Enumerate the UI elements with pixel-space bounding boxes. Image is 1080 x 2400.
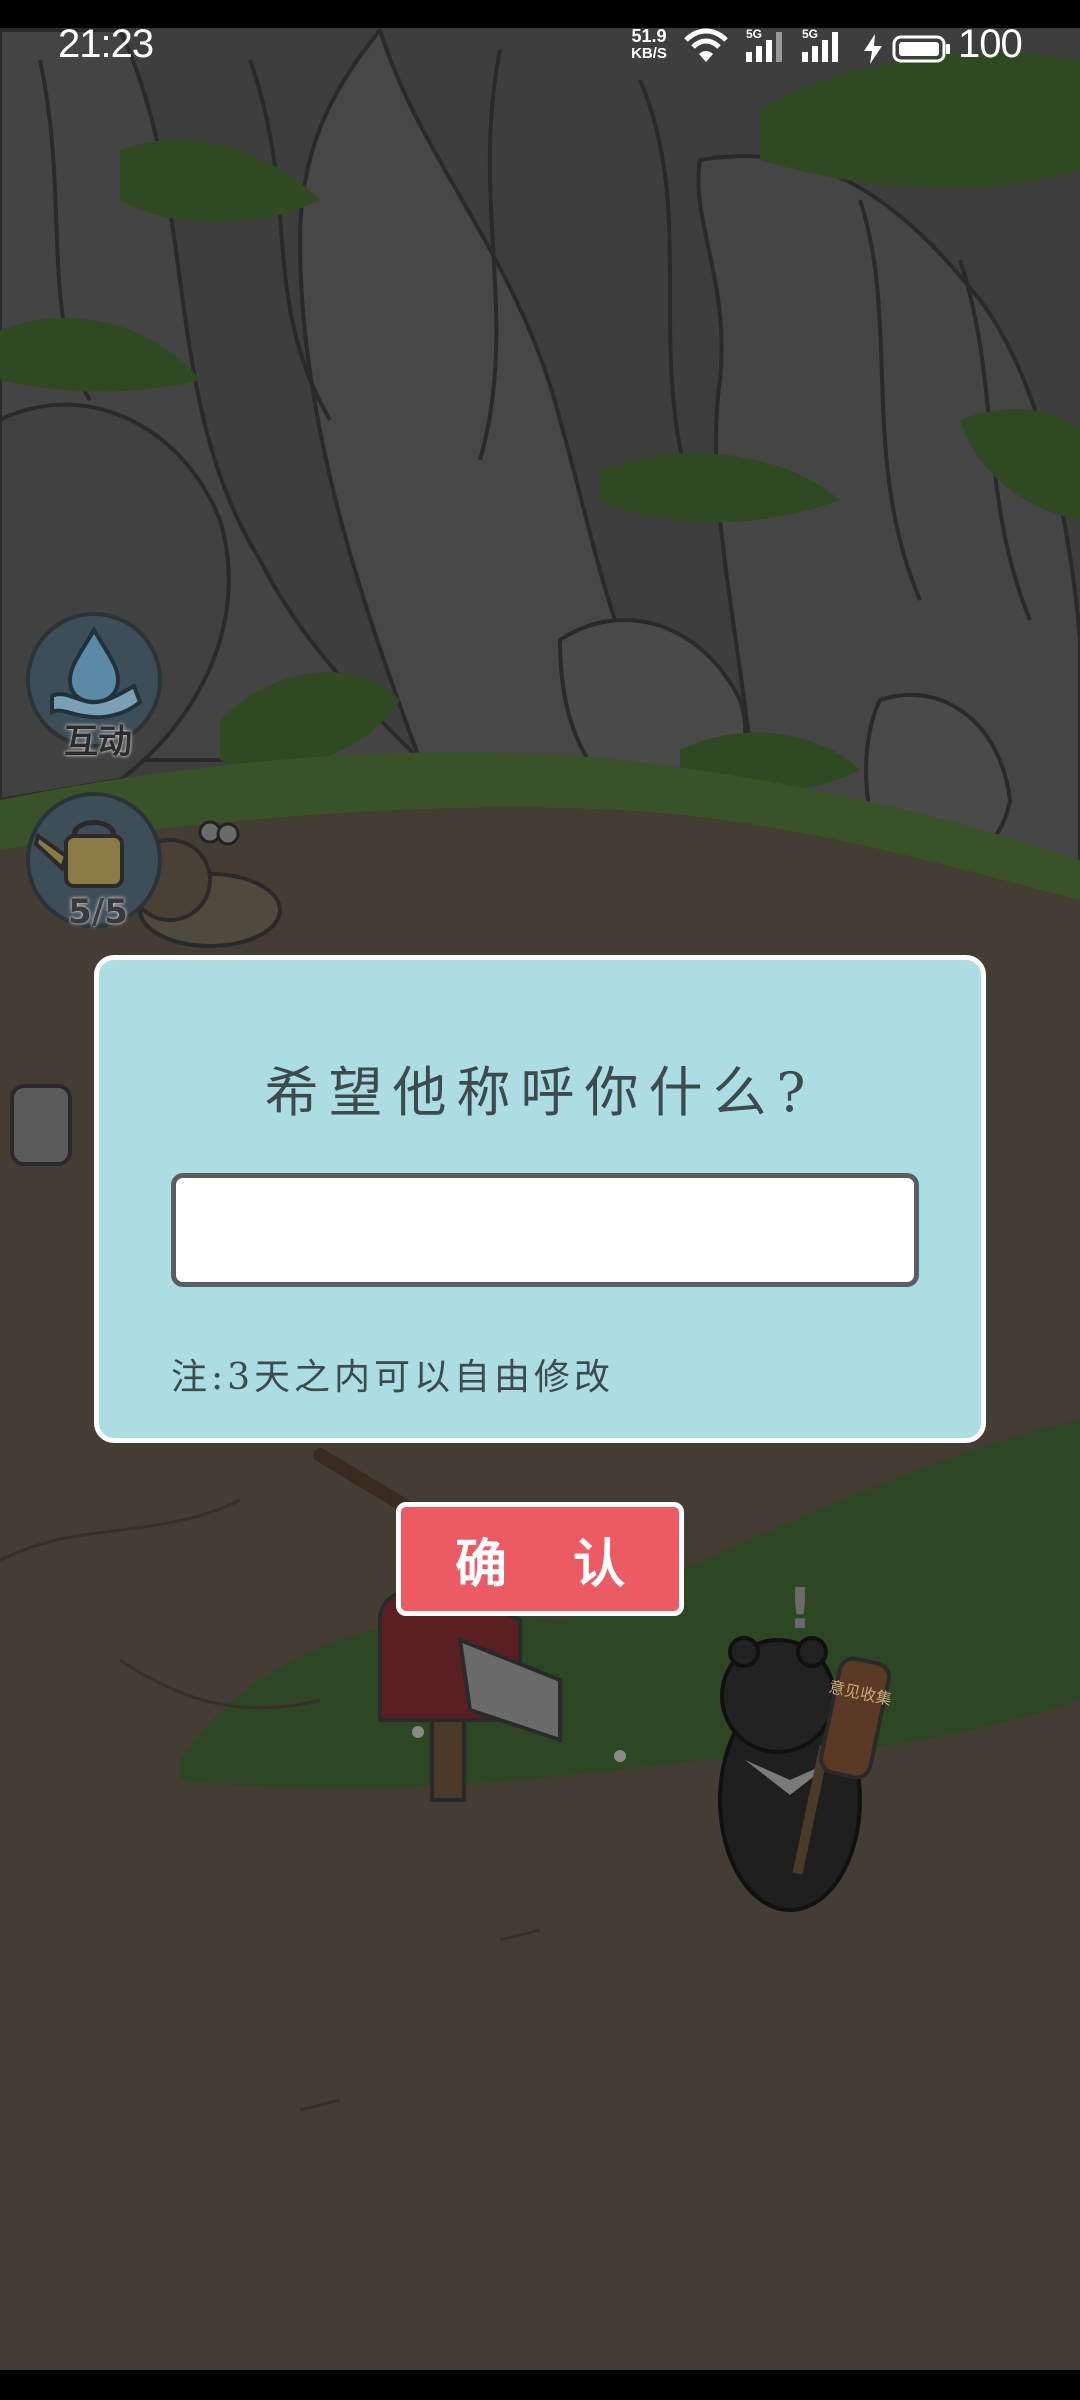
network-speed: 51.9 KB/S	[624, 26, 674, 62]
dialog-note: 注:3天之内可以自由修改	[171, 1357, 615, 1398]
exclamation-mark: !	[787, 1577, 813, 1642]
charging-icon	[864, 34, 882, 64]
nickname-dialog: 希望他称呼你什么? 注:3天之内可以自由修改	[94, 955, 986, 1443]
interact-button[interactable]: 互动	[26, 612, 162, 762]
watering-count: 5/5	[68, 892, 128, 932]
interact-button-label: 互动	[64, 722, 132, 762]
svg-text:5G: 5G	[802, 28, 818, 41]
svg-text:5G: 5G	[746, 28, 762, 41]
wifi-icon	[684, 28, 728, 62]
signal-icon: 5G	[802, 28, 838, 62]
network-speed-unit: KB/S	[631, 45, 667, 62]
status-time: 21:23	[58, 22, 154, 66]
status-bar: 21:23 51.9 KB/S 5G 5G 100	[0, 0, 1080, 96]
watering-button[interactable]: 5/5	[26, 792, 162, 932]
nickname-input[interactable]	[171, 1173, 919, 1287]
screen: 意见收集 ! 21:23 51.9 KB/S 5G 5G 100 互动 5/5 …	[0, 0, 1080, 2400]
dialog-title: 希望他称呼你什么?	[264, 1061, 816, 1124]
signal-icon: 5G	[746, 28, 782, 62]
battery-level: 100	[958, 22, 1023, 66]
navigation-bar	[0, 2370, 1080, 2400]
confirm-button[interactable]: 确 认	[396, 1502, 684, 1616]
battery-icon	[892, 35, 950, 63]
network-speed-value: 51.9	[631, 26, 667, 46]
